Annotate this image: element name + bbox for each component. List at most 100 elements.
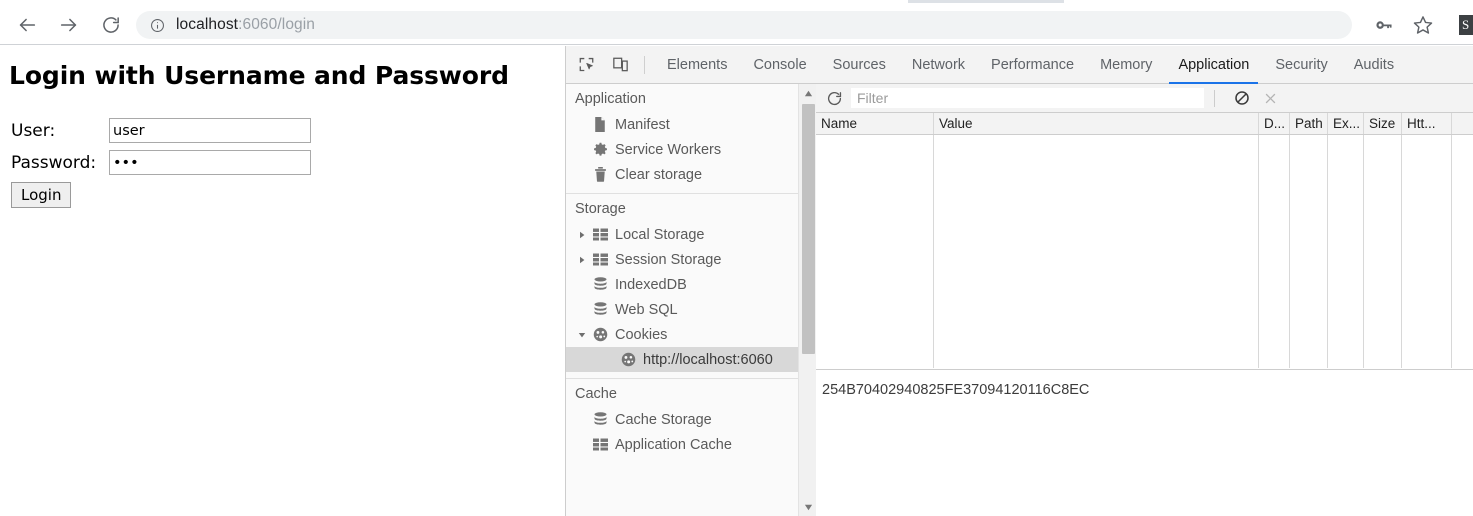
scroll-up-arrow[interactable] [799, 84, 817, 102]
sidebar-section-title: Storage [575, 201, 626, 217]
sidebar-item-label: Cache Storage [615, 411, 712, 428]
password-input[interactable] [109, 150, 311, 175]
url-host: localhost [176, 16, 239, 33]
user-field-row: User: [11, 118, 311, 143]
table-icon [589, 253, 611, 266]
column-header[interactable]: Path [1290, 113, 1328, 134]
sidebar-item-session-storage[interactable]: Session Storage [566, 247, 815, 272]
sidebar-item-cache-storage[interactable]: Cache Storage [566, 407, 815, 432]
table-icon [589, 438, 611, 451]
sidebar-item-label: Session Storage [615, 251, 722, 268]
page-content: Login with Username and Password User: P… [0, 46, 564, 516]
sidebar-item-manifest[interactable]: Manifest [566, 112, 815, 137]
cookies-panel: NameValueD...PathEx...SizeHtt... 254B704… [816, 84, 1473, 516]
devtools-tab-sources[interactable]: Sources [820, 46, 899, 84]
sidebar-section-title: Cache [575, 386, 617, 402]
sidebar-item-label: Application Cache [615, 436, 732, 453]
database-icon [589, 302, 611, 317]
devtools-tab-memory[interactable]: Memory [1087, 46, 1165, 84]
scrollbar-thumb[interactable] [802, 104, 815, 354]
devtools-tab-application[interactable]: Application [1165, 46, 1262, 84]
inspect-element-icon[interactable] [572, 51, 600, 79]
block-circle-icon[interactable] [1229, 85, 1255, 111]
sidebar-item-label: Clear storage [615, 166, 703, 183]
sidebar-item-label: Local Storage [615, 226, 705, 243]
sidebar-item-application-cache[interactable]: Application Cache [566, 432, 815, 457]
filter-input[interactable] [851, 88, 1204, 108]
devtools-tab-security[interactable]: Security [1262, 46, 1340, 84]
arrow-left-icon [16, 14, 38, 36]
devtools-tab-console[interactable]: Console [740, 46, 819, 84]
table-body[interactable] [816, 135, 1473, 368]
filter-divider [1214, 89, 1215, 107]
sidebar-item-service-workers[interactable]: Service Workers [566, 137, 815, 162]
table-column [1259, 135, 1290, 368]
refresh-icon[interactable] [821, 85, 847, 111]
username-input[interactable] [109, 118, 311, 143]
key-icon[interactable] [1370, 12, 1396, 38]
column-header[interactable]: D... [1259, 113, 1290, 134]
device-toolbar-icon[interactable] [606, 51, 634, 79]
cookie-value-preview: 254B70402940825FE37094120116C8EC [816, 369, 1473, 516]
cookie-icon [617, 352, 639, 367]
chevron-down-icon[interactable] [575, 331, 589, 339]
devtools-tab-audits[interactable]: Audits [1341, 46, 1407, 84]
sidebar-tree: Application Manifest Service Workers Clear … [566, 84, 815, 457]
page-title: Login with Username and Password [9, 61, 509, 90]
sidebar-item-label: IndexedDB [615, 276, 687, 293]
sidebar-item-indexeddb[interactable]: IndexedDB [566, 272, 815, 297]
table-column [1364, 135, 1402, 368]
table-column [816, 135, 934, 368]
sidebar-item-label: Web SQL [615, 301, 678, 318]
sidebar-item-clear-storage[interactable]: Clear storage [566, 162, 815, 187]
close-x-icon[interactable] [1257, 85, 1283, 111]
sidebar-scrollbar[interactable] [798, 84, 816, 516]
document-icon [589, 117, 611, 132]
star-icon[interactable] [1410, 12, 1436, 38]
chevron-right-icon[interactable] [575, 256, 589, 264]
table-icon [589, 228, 611, 241]
forward-button[interactable] [56, 12, 82, 38]
toolbar-divider [644, 55, 645, 74]
sidebar-item-cookies[interactable]: Cookies [566, 322, 815, 347]
sidebar-item-label: Service Workers [615, 141, 722, 158]
sidebar-item-web-sql[interactable]: Web SQL [566, 297, 815, 322]
database-icon [589, 277, 611, 292]
column-header[interactable]: Htt... [1402, 113, 1452, 134]
profile-avatar[interactable]: S [1459, 15, 1473, 35]
chevron-right-icon[interactable] [575, 231, 589, 239]
sidebar-item-label: Manifest [615, 116, 670, 133]
address-bar[interactable]: localhost:6060/login [136, 11, 1352, 39]
devtools-tab-elements[interactable]: Elements [654, 46, 740, 84]
cookie-value-text: 254B70402940825FE37094120116C8EC [822, 382, 1090, 398]
devtools-tab-performance[interactable]: Performance [978, 46, 1087, 84]
devtools-tab-list: Elements Console Sources Network Performance… [654, 46, 1407, 84]
application-sidebar[interactable]: Application Manifest Service Workers Clear … [566, 84, 816, 516]
scroll-down-arrow[interactable] [799, 498, 817, 516]
info-circle-icon[interactable] [148, 16, 166, 34]
login-button[interactable]: Login [11, 182, 72, 208]
back-button[interactable] [14, 12, 40, 38]
reload-button[interactable] [98, 12, 124, 38]
cookie-table: Name Value D... Path Ex... Size Htt... [816, 113, 1473, 369]
cookie-icon [589, 327, 611, 342]
column-header[interactable]: Size [1364, 113, 1402, 134]
sidebar-item-local-storage[interactable]: Local Storage [566, 222, 815, 247]
devtools-tab-network[interactable]: Network [899, 46, 978, 84]
table-column [934, 135, 1259, 368]
sidebar-item-label: Cookies [615, 326, 668, 343]
column-header[interactable]: Ex... [1328, 113, 1364, 134]
devtools-tabbar: Elements Console Sources Network Performance… [566, 46, 1473, 84]
column-header[interactable]: Name [816, 113, 934, 134]
password-field-row: Password: [11, 150, 311, 175]
user-label: User: [11, 120, 56, 141]
address-bar-url: localhost:6060/login [176, 16, 315, 34]
sidebar-section-title: Application [575, 91, 646, 107]
database-icon [589, 412, 611, 427]
browser-window: localhost:6060/login S Login with Userna… [0, 0, 1473, 516]
table-column [1328, 135, 1364, 368]
column-header[interactable]: Value [934, 113, 1259, 134]
table-column [1402, 135, 1452, 368]
sidebar-item-http-localhost-6060[interactable]: http://localhost:6060 [566, 347, 815, 372]
table-header-row: Name Value D... Path Ex... Size Htt... [816, 113, 1473, 135]
